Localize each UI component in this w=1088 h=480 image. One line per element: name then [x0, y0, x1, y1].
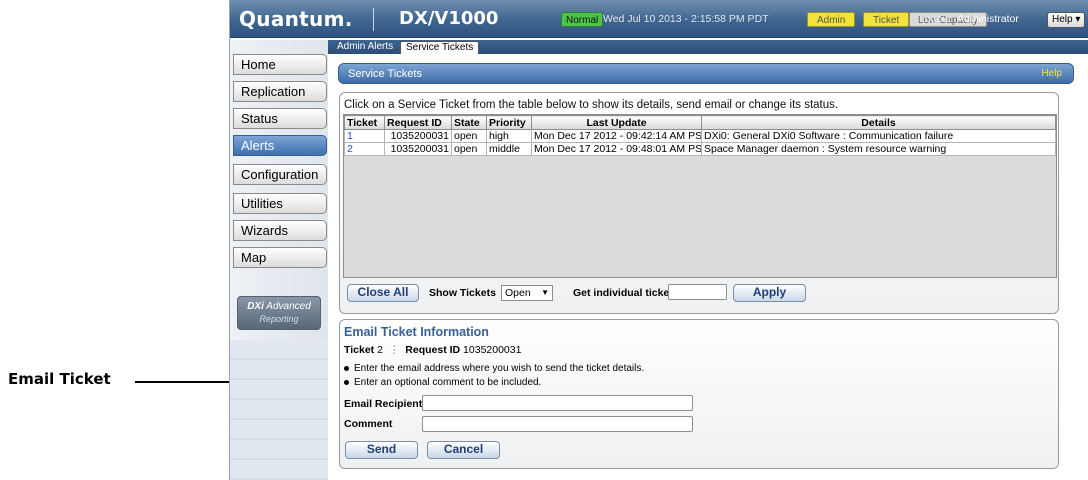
column-header-priority[interactable]: Priority: [486, 115, 532, 130]
ticket-controls: Close All Show Tickets Open ▼ Get indivi…: [343, 284, 1057, 304]
table-header-row: Ticket Request ID State Priority Last Up…: [344, 115, 1056, 130]
tab-admin-alerts[interactable]: Admin Alerts: [332, 41, 398, 54]
show-tickets-select[interactable]: Open ▼: [501, 285, 553, 301]
current-user: Administrator: [957, 13, 1019, 25]
nav-item-alerts[interactable]: Alerts: [233, 135, 327, 156]
close-all-button[interactable]: Close All: [347, 284, 419, 302]
logout-link[interactable]: Logout: [919, 13, 951, 25]
request-id-label: Request ID: [405, 344, 461, 356]
column-header-request-id[interactable]: Request ID: [384, 115, 452, 130]
email-recipient-input[interactable]: [422, 395, 693, 411]
instruction-text: Enter an optional comment to be included…: [354, 377, 542, 388]
comment-label: Comment: [344, 418, 393, 430]
column-header-last-update[interactable]: Last Update: [531, 115, 702, 130]
page-help-link[interactable]: Help: [1041, 68, 1062, 79]
header-bar: Quantum. DX∕V1000 Normal Wed Jul 10 2013…: [230, 0, 1088, 38]
product-name: DX∕V1000: [399, 8, 499, 29]
admin-alerts-badge[interactable]: Admin: [807, 12, 856, 27]
tickets-table-container: Ticket Request ID State Priority Last Up…: [343, 114, 1057, 278]
nav-item-home[interactable]: Home: [233, 54, 327, 75]
ticket-value: 2: [377, 344, 383, 356]
request-id: 1035200031: [384, 142, 452, 156]
email-ticket-callout-label: Email Ticket: [8, 370, 111, 388]
ticket-number[interactable]: 1: [344, 129, 385, 143]
send-button[interactable]: Send: [345, 441, 418, 459]
nav-item-configuration[interactable]: Configuration: [233, 164, 327, 185]
ticket-state: open: [451, 129, 487, 143]
tickets-table: Ticket Request ID State Priority Last Up…: [344, 115, 1056, 156]
ticket-priority: middle: [486, 142, 532, 156]
comment-input[interactable]: [422, 416, 693, 432]
ticket-label: Ticket: [344, 344, 375, 356]
left-navigation: Home Replication Status Alerts Configura…: [230, 40, 328, 480]
instruction-bullet: Enter an optional comment to be included…: [344, 377, 541, 388]
ticket-number[interactable]: 2: [344, 142, 385, 156]
tickets-instructions: Click on a Service Ticket from the table…: [344, 99, 839, 111]
ticket-badge[interactable]: Ticket: [863, 12, 910, 27]
ticket-details: DXi0: General DXi0 Software : Communicat…: [701, 129, 1056, 143]
email-recipient-label: Email Recipient: [344, 398, 423, 410]
instruction-bullet: Enter the email address where you wish t…: [344, 363, 644, 374]
email-ticket-panel: Email Ticket Information Ticket 2 ⋮ Requ…: [339, 319, 1059, 469]
request-id: 1035200031: [384, 129, 452, 143]
nav-item-replication[interactable]: Replication: [233, 81, 327, 102]
sub-tab-bar: Admin Alerts Service Tickets: [328, 40, 1088, 54]
table-row[interactable]: 2 1035200031 open middle Mon Dec 17 2012…: [344, 142, 1056, 156]
apply-button[interactable]: Apply: [733, 284, 806, 302]
show-tickets-value: Open: [505, 287, 531, 299]
individual-ticket-input[interactable]: [668, 284, 727, 300]
nav-background: [230, 340, 328, 480]
request-id-value: 1035200031: [463, 344, 522, 356]
help-menu-button[interactable]: Help ▾: [1047, 12, 1086, 28]
bullet-icon: [344, 365, 349, 371]
ticket-details: Space Manager daemon : System resource w…: [701, 142, 1056, 156]
email-ticket-ids: Ticket 2 ⋮ Request ID 1035200031: [344, 344, 521, 356]
table-row[interactable]: 1 1035200031 open high Mon Dec 17 2012 -…: [344, 129, 1056, 143]
chevron-down-icon: ▼: [541, 288, 549, 297]
system-datetime: Wed Jul 10 2013 - 2:15:58 PM PDT: [603, 13, 769, 25]
nav-item-map[interactable]: Map: [233, 247, 327, 268]
column-header-details[interactable]: Details: [701, 115, 1056, 130]
column-header-ticket[interactable]: Ticket: [344, 115, 385, 130]
nav-item-utilities[interactable]: Utilities: [233, 193, 327, 214]
header-separator: [373, 8, 374, 31]
quantum-logo: Quantum.: [239, 7, 353, 31]
bullet-icon: [344, 379, 349, 385]
page-title-bar: Service Tickets Help: [338, 63, 1074, 84]
ticket-last-update: Mon Dec 17 2012 - 09:48:01 AM PST: [531, 142, 702, 156]
nav-item-wizards[interactable]: Wizards: [233, 220, 327, 241]
instruction-text: Enter the email address where you wish t…: [354, 363, 645, 374]
service-tickets-panel: Click on a Service Ticket from the table…: [339, 92, 1059, 314]
dxi-advanced-reporting-button[interactable]: DXi Advanced Reporting: [237, 296, 321, 330]
get-individual-ticket-label: Get individual ticket: [573, 287, 673, 299]
ids-separator: ⋮: [388, 344, 400, 356]
cancel-button[interactable]: Cancel: [427, 441, 500, 459]
ticket-last-update: Mon Dec 17 2012 - 09:42:14 AM PST: [531, 129, 702, 143]
system-status-badge[interactable]: Normal: [561, 12, 604, 27]
column-header-state[interactable]: State: [451, 115, 487, 130]
app-window: Quantum. DX∕V1000 Normal Wed Jul 10 2013…: [229, 0, 1088, 480]
ticket-state: open: [451, 142, 487, 156]
email-ticket-title: Email Ticket Information: [344, 325, 489, 339]
dxi-advanced-label: Advanced: [266, 301, 311, 312]
tab-service-tickets[interactable]: Service Tickets: [400, 41, 480, 54]
dxi-reporting-label: Reporting: [259, 314, 299, 324]
dxi-logo: DXi: [247, 301, 264, 312]
ticket-priority: high: [486, 129, 532, 143]
show-tickets-label: Show Tickets: [429, 287, 496, 299]
nav-item-status[interactable]: Status: [233, 108, 327, 129]
main-content: Service Tickets Help Click on a Service …: [328, 54, 1088, 480]
page-title: Service Tickets: [348, 68, 422, 80]
